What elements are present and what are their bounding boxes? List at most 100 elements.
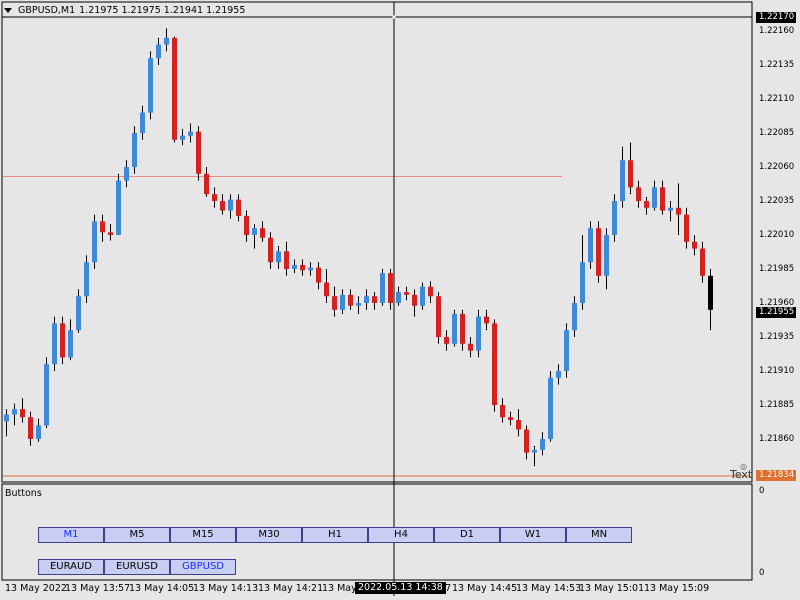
- candle: [92, 214, 97, 269]
- timeframe-button-mn[interactable]: MN: [566, 527, 632, 543]
- candle-body: [612, 201, 617, 235]
- candle: [196, 126, 201, 181]
- candle-body: [684, 214, 689, 242]
- time-tick: 13 May 14:21: [258, 583, 324, 594]
- candle-body: [620, 160, 625, 201]
- candle-body: [596, 228, 601, 276]
- candle-body: [452, 313, 457, 344]
- candle-body: [348, 294, 353, 306]
- candle-body: [364, 296, 369, 303]
- candle-body: [84, 262, 89, 297]
- timeframe-button-d1[interactable]: D1: [434, 527, 500, 543]
- candle: [148, 51, 153, 120]
- candle-body: [580, 262, 585, 303]
- candle-body: [108, 232, 113, 235]
- candle: [596, 221, 601, 283]
- candle: [452, 309, 457, 347]
- candle-body: [316, 267, 321, 283]
- candle-body: [404, 292, 409, 295]
- price-tick: 1.22135: [759, 60, 795, 70]
- candle-body: [52, 323, 57, 365]
- candle-body: [60, 323, 65, 358]
- candle: [612, 194, 617, 242]
- candle-body: [252, 228, 257, 235]
- candle-body: [36, 425, 41, 439]
- text-object[interactable]: Text: [730, 468, 752, 481]
- symbol-button-gbpusd[interactable]: GBPUSD: [170, 559, 236, 575]
- time-tick: 13 May 14:13: [193, 583, 259, 594]
- timeframe-button-m15[interactable]: M15: [170, 527, 236, 543]
- candle-body: [196, 131, 201, 174]
- price-tick: 1.22035: [759, 196, 795, 206]
- candle-body: [428, 286, 433, 297]
- chart-title: GBPUSD,M1 1.21975 1.21975 1.21941 1.2195…: [4, 3, 245, 17]
- candle-body: [508, 417, 513, 420]
- time-tick: 13 May 15:01: [579, 583, 645, 594]
- timeframe-button-w1[interactable]: W1: [500, 527, 566, 543]
- candle-body: [228, 199, 233, 211]
- candle-body: [132, 133, 137, 167]
- time-tick: 13 May 14:05: [129, 583, 195, 594]
- price-tick: 1.22160: [759, 26, 795, 36]
- timeframe-button-h4[interactable]: H4: [368, 527, 434, 543]
- candle-body: [588, 228, 593, 263]
- bid-price-label: 1.21955: [756, 307, 796, 318]
- candle-body: [676, 207, 681, 215]
- candle: [132, 126, 137, 174]
- candle: [588, 221, 593, 269]
- candle-body: [92, 221, 97, 263]
- candle-body: [44, 364, 49, 426]
- candle-body: [708, 275, 713, 310]
- price-tick: 1.21985: [759, 264, 795, 274]
- candle-body: [244, 215, 249, 235]
- price-tick: 1.21910: [759, 366, 795, 376]
- candle-body: [548, 377, 553, 439]
- candle-body: [356, 303, 361, 306]
- timeframe-button-h1[interactable]: H1: [302, 527, 368, 543]
- candle-body: [212, 194, 217, 201]
- timeframe-button-m30[interactable]: M30: [236, 527, 302, 543]
- candle-body: [444, 337, 449, 344]
- candle-body: [268, 237, 273, 263]
- candle-body: [308, 267, 313, 271]
- time-tick: 13 May 14:53: [516, 583, 582, 594]
- price-tick: 1.22060: [759, 162, 795, 172]
- candle-body: [180, 135, 185, 140]
- candle-body: [148, 58, 153, 113]
- candle-body: [436, 296, 441, 337]
- subwindow-scale-bottom: 0: [759, 568, 765, 578]
- price-chart[interactable]: [0, 0, 800, 600]
- candle-body: [524, 429, 529, 453]
- candle-body: [204, 173, 209, 195]
- candle: [476, 309, 481, 358]
- candle-body: [700, 248, 705, 276]
- candle: [84, 255, 89, 303]
- candle-body: [4, 414, 9, 422]
- candle-body: [236, 199, 241, 216]
- candle: [172, 36, 177, 143]
- timeframe-button-m1[interactable]: M1: [38, 527, 104, 543]
- candle-body: [636, 187, 641, 201]
- crosshair-time-label: 2022.05.13 14:38: [355, 582, 446, 594]
- candle-body: [300, 264, 305, 271]
- candle-body: [332, 296, 337, 310]
- time-tick: 13 May 13:57: [65, 583, 131, 594]
- time-tick: 13 May 14:45: [452, 583, 518, 594]
- candle-body: [276, 251, 281, 263]
- time-tick: 13 May 15:09: [644, 583, 710, 594]
- timeframe-button-m5[interactable]: M5: [104, 527, 170, 543]
- symbol-button-eurusd[interactable]: EURUSD: [104, 559, 170, 575]
- price-tick: 1.22010: [759, 230, 795, 240]
- candle: [564, 323, 569, 378]
- candle-body: [100, 221, 105, 233]
- candle-body: [484, 316, 489, 324]
- candle-body: [140, 112, 145, 133]
- candle-body: [604, 235, 609, 276]
- symbol-button-euraud[interactable]: EURAUD: [38, 559, 104, 575]
- candle-body: [692, 241, 697, 249]
- candle-body: [500, 405, 505, 418]
- subwindow-label: Buttons: [5, 488, 42, 499]
- candle-body: [396, 292, 401, 303]
- dropdown-triangle-icon[interactable]: [4, 7, 12, 13]
- candle-body: [124, 167, 129, 181]
